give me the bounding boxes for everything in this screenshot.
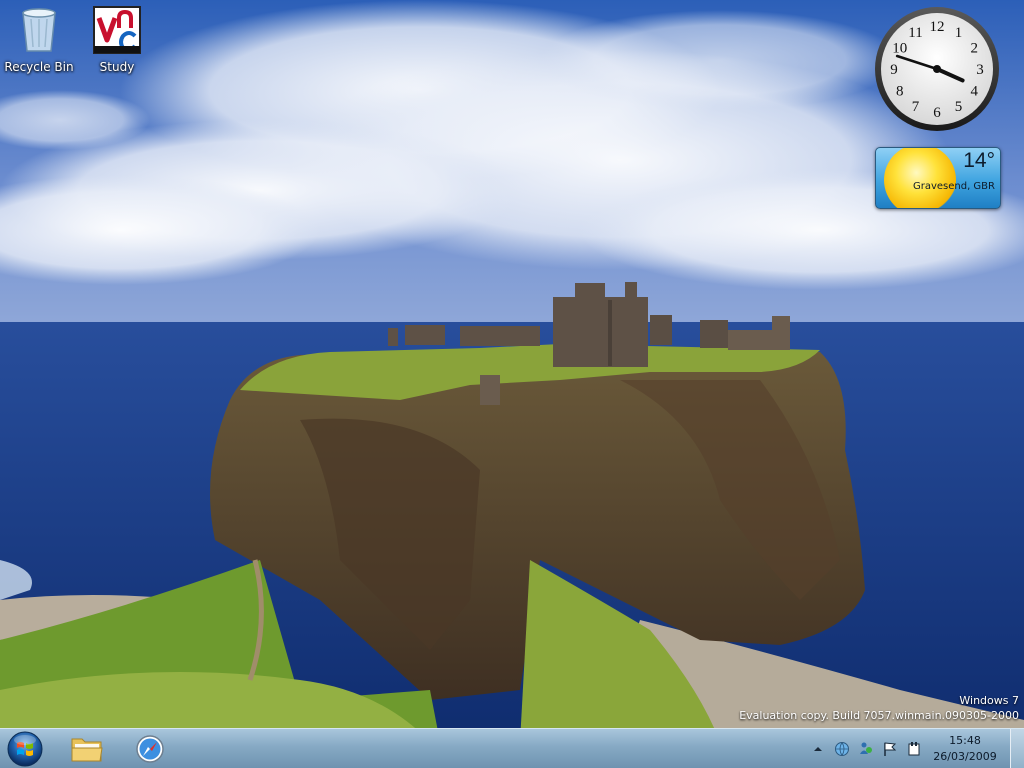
clock-gadget[interactable]: 12 1 2 3 4 5 6 7 8 9 10 11 <box>874 6 1000 132</box>
taskbar-date: 26/03/2009 <box>933 750 997 763</box>
watermark-build: Evaluation copy. Build 7057.winmain.0903… <box>739 709 1019 722</box>
system-tray: 15:48 26/03/2009 <box>808 729 1008 768</box>
weather-temperature: 14° <box>963 149 995 172</box>
show-desktop-button[interactable] <box>1010 729 1024 768</box>
desktop-icon-recycle-bin[interactable]: Recycle Bin <box>1 6 77 74</box>
os-watermark: Windows 7 Evaluation copy. Build 7057.wi… <box>739 693 1019 723</box>
clock-center-pin <box>933 65 941 73</box>
windows-orb-icon <box>7 731 43 767</box>
taskbar-safari-button[interactable] <box>125 731 175 767</box>
vnc-icon <box>93 6 141 54</box>
clock-number: 5 <box>955 99 963 115</box>
clock-number: 1 <box>955 25 963 41</box>
compass-icon <box>136 735 164 763</box>
clock-number: 6 <box>933 105 941 121</box>
clock-number: 12 <box>930 19 945 35</box>
chevron-up-icon[interactable] <box>812 743 824 755</box>
taskbar-time: 15:48 <box>949 734 981 747</box>
flag-icon[interactable] <box>882 741 898 757</box>
desktop-icon-label: Recycle Bin <box>4 60 74 74</box>
network-globe-icon[interactable] <box>834 741 850 757</box>
clock-number: 7 <box>912 99 920 115</box>
clock-number: 3 <box>976 62 984 78</box>
clock-number: 8 <box>896 84 904 100</box>
clock-number: 10 <box>892 41 907 57</box>
power-icon[interactable] <box>906 741 922 757</box>
users-icon[interactable] <box>858 741 874 757</box>
folder-icon <box>71 738 103 762</box>
taskbar-clock[interactable]: 15:48 26/03/2009 <box>926 733 1004 765</box>
sun-icon <box>884 148 956 208</box>
taskbar-windows-explorer-button[interactable] <box>62 731 112 767</box>
desktop-wallpaper <box>0 0 1024 768</box>
desktop-icon-label: Study <box>99 60 135 74</box>
clock-number: 9 <box>890 62 898 78</box>
watermark-os-name: Windows 7 <box>959 694 1019 707</box>
recycle-bin-icon <box>15 6 63 54</box>
clock-number: 2 <box>970 41 978 57</box>
start-button[interactable] <box>5 730 45 768</box>
clock-number: 11 <box>908 25 922 41</box>
clock-number: 4 <box>970 84 978 100</box>
desktop-icon-study[interactable]: Study <box>79 6 155 74</box>
weather-gadget[interactable]: 14° Gravesend, GBR <box>875 147 1001 209</box>
weather-location: Gravesend, GBR <box>912 181 995 192</box>
taskbar: 15:48 26/03/2009 <box>0 728 1024 768</box>
